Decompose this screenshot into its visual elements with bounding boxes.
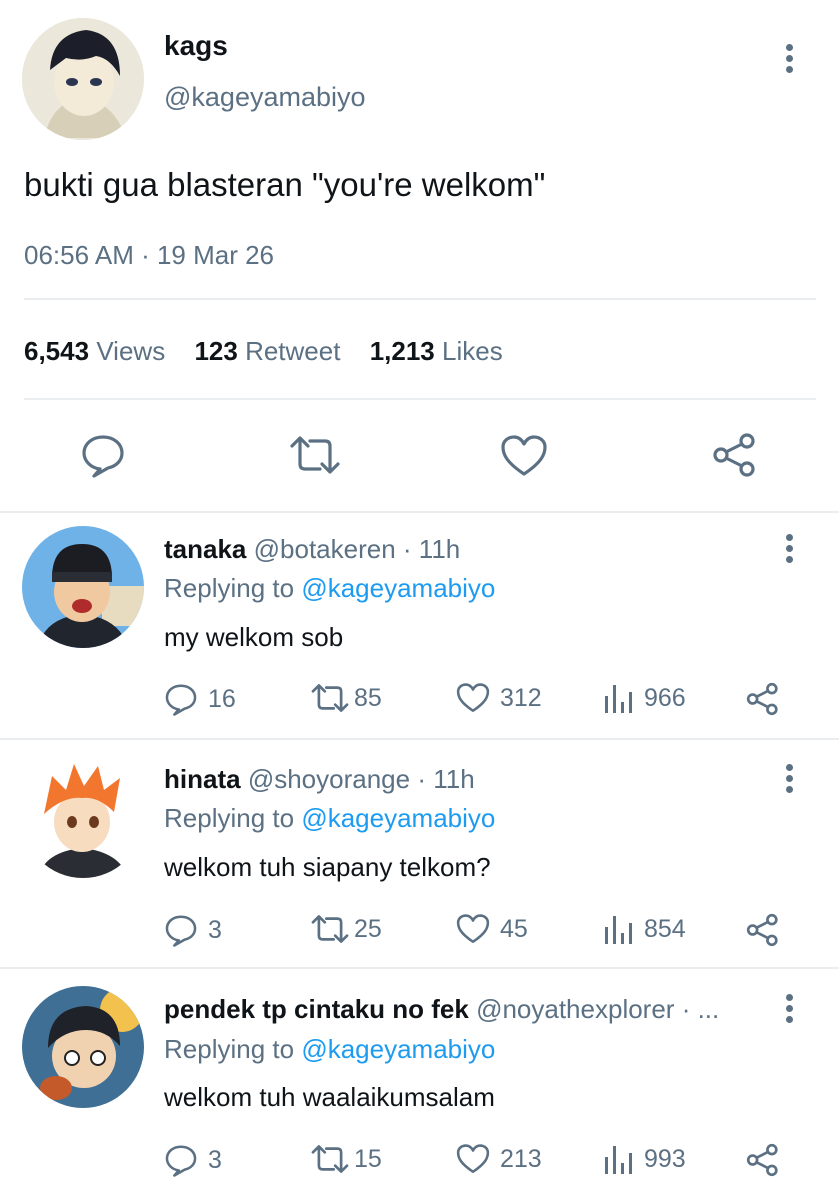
views-button[interactable]: 993: [604, 1143, 686, 1175]
views-button[interactable]: 854: [604, 913, 686, 945]
avatar[interactable]: [22, 756, 144, 878]
like-count: 213: [500, 1144, 542, 1173]
views-count: 854: [644, 914, 686, 943]
tweet-text: bukti gua blasteran "you're welkom": [24, 166, 546, 203]
speech-bubble-icon: [165, 684, 197, 716]
like-button[interactable]: 45: [456, 913, 528, 945]
retweet-button[interactable]: [288, 434, 342, 481]
retweet-count: 85: [354, 683, 382, 712]
replying-to-handle[interactable]: @kageyamabiyo: [301, 803, 495, 833]
speech-bubble-icon: [165, 1145, 197, 1177]
more-options-icon[interactable]: [786, 764, 794, 797]
retweet-arrows-icon: [290, 436, 340, 474]
reply-text: welkom tuh siapany telkom?: [164, 852, 491, 882]
reply-author-name[interactable]: pendek tp cintaku no fek: [164, 994, 469, 1024]
likes-count: 1,213: [369, 336, 435, 366]
share-nodes-icon: [713, 433, 755, 477]
reply-button[interactable]: [80, 432, 126, 483]
retweet-button[interactable]: 85: [310, 682, 382, 714]
divider: [0, 967, 839, 969]
views-button[interactable]: 966: [604, 682, 686, 714]
retweet-button[interactable]: 25: [310, 913, 382, 945]
reply-count: 16: [208, 684, 236, 713]
share-nodes-icon: [746, 1143, 778, 1177]
avatar[interactable]: [22, 526, 144, 648]
reply-author-handle[interactable]: @noyathexplorer: [476, 994, 674, 1024]
more-options-icon[interactable]: [786, 994, 794, 1027]
views-count: 6,543: [24, 336, 90, 366]
like-button[interactable]: 213: [456, 1143, 542, 1175]
stats-row: 6,543 Views 123 Retweet 1,213 Likes: [24, 336, 503, 367]
views-label: Views: [96, 336, 166, 366]
retweets-count: 123: [194, 336, 238, 366]
bar-chart-icon: [605, 1146, 632, 1174]
retweets-stat[interactable]: 123 Retweet: [194, 336, 347, 366]
reply-time[interactable]: · ...: [682, 994, 720, 1024]
replying-to-handle[interactable]: @kageyamabiyo: [301, 573, 495, 603]
reply-author-name[interactable]: hinata: [164, 764, 241, 794]
divider: [24, 298, 816, 300]
share-button[interactable]: [746, 1143, 780, 1177]
reply-count: 3: [208, 1145, 222, 1174]
views-count: 966: [644, 683, 686, 712]
heart-icon: [456, 683, 490, 713]
share-nodes-icon: [746, 682, 778, 716]
retweet-button[interactable]: 15: [310, 1143, 382, 1175]
heart-icon: [501, 435, 547, 476]
likes-label: Likes: [442, 336, 503, 366]
heart-icon: [456, 914, 490, 944]
like-button[interactable]: [500, 434, 548, 483]
reply-author-handle[interactable]: @shoyorange: [248, 764, 410, 794]
bar-chart-icon: [605, 916, 632, 944]
share-button[interactable]: [746, 913, 780, 947]
reply-button[interactable]: 16: [164, 682, 236, 716]
views-count: 993: [644, 1144, 686, 1173]
like-count: 312: [500, 683, 542, 712]
likes-stat[interactable]: 1,213 Likes: [370, 336, 503, 366]
replying-to-label: Replying to: [164, 573, 295, 603]
share-button[interactable]: [746, 682, 780, 716]
divider: [24, 398, 816, 400]
reply-author-name[interactable]: tanaka: [164, 534, 246, 564]
retweet-arrows-icon: [311, 1145, 349, 1173]
reply-text: my welkom sob: [164, 622, 344, 652]
retweet-arrows-icon: [311, 684, 349, 712]
divider: [0, 511, 839, 513]
retweet-arrows-icon: [311, 915, 349, 943]
more-options-icon[interactable]: [786, 44, 794, 77]
replying-to-label: Replying to: [164, 803, 295, 833]
speech-bubble-icon: [82, 435, 124, 478]
avatar[interactable]: [22, 986, 144, 1108]
share-button[interactable]: [712, 432, 758, 483]
reply-count: 3: [208, 915, 222, 944]
reply-button[interactable]: 3: [164, 913, 222, 947]
bar-chart-icon: [605, 685, 632, 713]
tweet-timestamp[interactable]: 06:56 AM · 19 Mar 26: [24, 240, 274, 271]
retweets-label: Retweet: [245, 336, 341, 366]
retweet-count: 15: [354, 1144, 382, 1173]
author-handle[interactable]: @kageyamabiyo: [164, 82, 366, 113]
retweet-count: 25: [354, 914, 382, 943]
divider: [0, 738, 839, 740]
speech-bubble-icon: [165, 915, 197, 947]
reply-time[interactable]: · 11h: [403, 534, 460, 564]
views-stat[interactable]: 6,543 Views: [24, 336, 172, 366]
reply-time[interactable]: · 11h: [417, 764, 474, 794]
replying-to-handle[interactable]: @kageyamabiyo: [301, 1034, 495, 1064]
reply-button[interactable]: 3: [164, 1143, 222, 1177]
reply-author-handle[interactable]: @botakeren: [254, 534, 396, 564]
heart-icon: [456, 1144, 490, 1174]
reply-text: welkom tuh waalaikumsalam: [164, 1082, 495, 1112]
replying-to-label: Replying to: [164, 1034, 295, 1064]
author-name[interactable]: kags: [164, 30, 228, 62]
more-options-icon[interactable]: [786, 534, 794, 567]
avatar[interactable]: [22, 18, 144, 140]
like-button[interactable]: 312: [456, 682, 542, 714]
share-nodes-icon: [746, 913, 778, 947]
like-count: 45: [500, 914, 528, 943]
